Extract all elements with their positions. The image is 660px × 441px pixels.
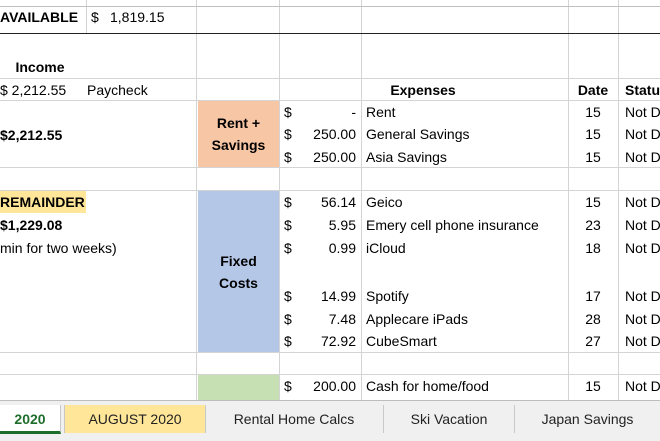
expense-name[interactable]: iCloud: [366, 237, 406, 259]
expense-status[interactable]: Not D: [625, 191, 660, 213]
expense-amount[interactable]: 56.14: [290, 191, 356, 213]
expense-date[interactable]: 15: [568, 375, 618, 397]
expense-date[interactable]: 17: [568, 285, 618, 307]
expense-status[interactable]: Not D: [625, 285, 660, 307]
expense-name[interactable]: Emery cell phone insurance: [366, 214, 539, 236]
available-label[interactable]: AVAILABLE: [0, 6, 78, 28]
expense-amount[interactable]: 250.00: [290, 123, 356, 145]
expense-amount[interactable]: 72.92: [290, 330, 356, 352]
grid-line: [0, 6, 660, 7]
expense-date[interactable]: 18: [568, 237, 618, 259]
income-paycheck-label[interactable]: Paycheck: [87, 79, 148, 101]
expenses-header[interactable]: Expenses: [361, 79, 485, 101]
expense-name[interactable]: Spotify: [366, 285, 409, 307]
tab-ski-vacation[interactable]: Ski Vacation: [384, 405, 515, 433]
expense-status[interactable]: Not D: [625, 375, 660, 397]
available-amount[interactable]: 1,819.15: [110, 6, 165, 28]
expense-name[interactable]: Rent: [366, 101, 396, 123]
expense-name[interactable]: Applecare iPads: [366, 308, 468, 330]
grid-line: [0, 33, 660, 34]
remainder-label[interactable]: REMAINDER: [0, 191, 85, 213]
expense-date[interactable]: 15: [568, 191, 618, 213]
grid-line: [279, 0, 280, 400]
expense-date[interactable]: 15: [568, 123, 618, 145]
rent-savings-label: Rent + Savings: [198, 112, 279, 156]
expense-status[interactable]: Not D: [625, 146, 660, 168]
expense-date[interactable]: 15: [568, 146, 618, 168]
fixed-costs-line2: Costs: [219, 275, 258, 291]
grid-line: [0, 352, 660, 353]
expense-amount[interactable]: -: [290, 101, 356, 123]
expense-date[interactable]: 28: [568, 308, 618, 330]
fixed-costs-line1: Fixed: [220, 253, 257, 269]
expense-status[interactable]: Not D: [625, 214, 660, 236]
tab-japan-savings[interactable]: Japan Savings: [515, 405, 660, 433]
status-header[interactable]: Statu: [625, 79, 660, 101]
expense-status[interactable]: Not D: [625, 123, 660, 145]
expense-name[interactable]: Asia Savings: [366, 146, 447, 168]
expense-amount[interactable]: 200.00: [290, 375, 356, 397]
expense-name[interactable]: General Savings: [366, 123, 470, 145]
expense-status[interactable]: Not D: [625, 101, 660, 123]
remainder-note[interactable]: min for two weeks): [0, 237, 117, 259]
tab-august-2020[interactable]: AUGUST 2020: [64, 405, 206, 433]
date-header[interactable]: Date: [568, 79, 618, 101]
sheet-tab-bar: 2020 AUGUST 2020 Rental Home Calcs Ski V…: [0, 400, 660, 441]
expense-name[interactable]: CubeSmart: [366, 330, 437, 352]
expense-amount[interactable]: 7.48: [290, 308, 356, 330]
expense-amount[interactable]: 250.00: [290, 146, 356, 168]
spreadsheet-grid[interactable]: AVAILABLE $ 1,819.15 Income $ 2,212.55 P…: [0, 0, 660, 400]
expense-status[interactable]: Not D: [625, 308, 660, 330]
tab-2020[interactable]: 2020: [0, 405, 61, 434]
grid-line: [618, 0, 619, 400]
expense-amount[interactable]: 0.99: [290, 237, 356, 259]
fixed-costs-label: Fixed Costs: [198, 250, 279, 294]
income-header[interactable]: Income: [0, 56, 80, 78]
expense-name[interactable]: Geico: [366, 191, 403, 213]
income-total[interactable]: $2,212.55: [0, 124, 62, 146]
expense-amount[interactable]: 5.95: [290, 214, 356, 236]
expense-name[interactable]: Cash for home/food: [366, 375, 489, 397]
grid-line: [196, 0, 197, 400]
available-currency: $: [91, 9, 99, 25]
expense-status[interactable]: Not D: [625, 237, 660, 259]
rent-savings-line1: Rent +: [216, 115, 261, 131]
tab-rental-home-calcs[interactable]: Rental Home Calcs: [205, 405, 384, 433]
expense-date[interactable]: 15: [568, 101, 618, 123]
expense-status[interactable]: Not D: [625, 330, 660, 352]
expense-amount[interactable]: 14.99: [290, 285, 356, 307]
rent-savings-line2: Savings: [211, 137, 266, 153]
expense-date[interactable]: 23: [568, 214, 618, 236]
remainder-amount[interactable]: $1,229.08: [0, 214, 62, 236]
grid-line: [361, 0, 362, 400]
income-paycheck-amount[interactable]: $ 2,212.55: [0, 79, 66, 101]
expense-date[interactable]: 27: [568, 330, 618, 352]
cash-group[interactable]: [198, 375, 279, 400]
